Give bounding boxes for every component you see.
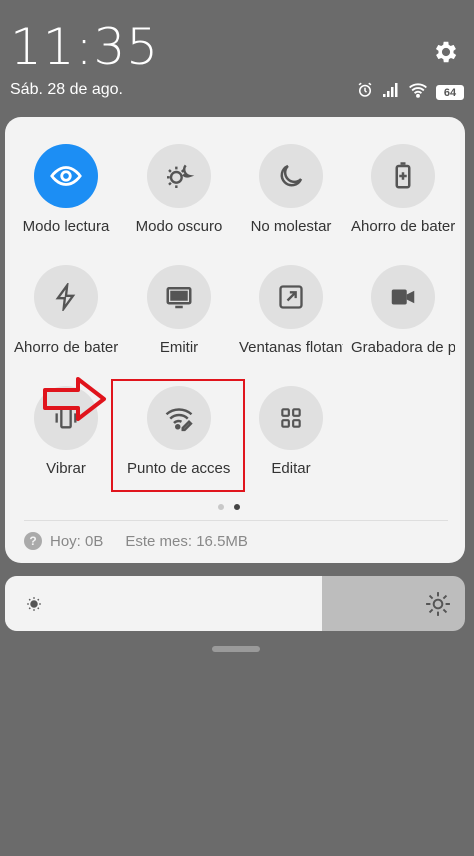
tile-label: Modo lectura — [22, 218, 110, 235]
video-camera-icon — [371, 265, 435, 329]
brightness-slider[interactable] — [5, 576, 465, 631]
dark-mode-icon — [147, 144, 211, 208]
tile-floating-windows[interactable]: Ventanas flotantes — [234, 265, 348, 356]
page-dot[interactable] — [218, 504, 224, 510]
cast-screen-icon — [147, 265, 211, 329]
tile-label: Modo oscuro — [135, 218, 223, 235]
floating-window-icon — [259, 265, 323, 329]
brightness-low-icon — [25, 595, 43, 618]
page-indicator[interactable] — [218, 504, 240, 510]
tile-dark-mode[interactable]: Modo oscuro — [122, 144, 236, 235]
tile-edit[interactable]: Editar — [234, 386, 348, 477]
highlight-box — [111, 379, 245, 492]
divider — [24, 520, 448, 521]
data-usage[interactable]: ? Hoy: 0B Este mes: 16.5MB — [24, 532, 248, 550]
clock: 11:35 — [10, 18, 160, 76]
tile-label: Vibrar — [46, 460, 86, 477]
tile-label: Ahorro de batería — [14, 339, 118, 356]
brightness-fill — [5, 576, 323, 631]
alarm-icon — [356, 81, 374, 104]
battery-saver-icon — [371, 144, 435, 208]
signal-icon — [382, 82, 400, 103]
wifi-icon — [408, 82, 428, 103]
drag-handle[interactable] — [212, 646, 260, 652]
tile-label: Ahorro de batería — [351, 218, 455, 235]
tile-do-not-disturb[interactable]: No molestar — [234, 144, 348, 235]
battery-indicator: 64 — [436, 85, 464, 100]
tile-label: No molestar — [250, 218, 332, 235]
data-usage-month: Este mes: 16.5MB — [125, 532, 248, 550]
status-icons: 64 — [356, 81, 464, 104]
tile-label: Grabadora de pantalla — [351, 339, 455, 356]
page-dot-active[interactable] — [234, 504, 240, 510]
grid-icon — [259, 386, 323, 450]
tile-battery-saver[interactable]: Ahorro de batería — [346, 144, 460, 235]
tile-label: Ventanas flotantes — [239, 339, 343, 356]
lightning-icon — [34, 265, 98, 329]
data-usage-today: Hoy: 0B — [50, 532, 104, 550]
tile-cast[interactable]: Emitir — [122, 265, 236, 356]
moon-icon — [259, 144, 323, 208]
help-icon: ? — [24, 532, 42, 550]
tile-label: Editar — [271, 460, 311, 477]
tile-power-saver[interactable]: Ahorro de batería — [9, 265, 123, 356]
tile-screen-recorder[interactable]: Grabadora de pantalla — [346, 265, 460, 356]
tile-label: Emitir — [159, 339, 199, 356]
quick-settings-panel: Modo lectura Modo oscuro No molestar Aho… — [5, 117, 465, 563]
tile-reading-mode[interactable]: Modo lectura — [9, 144, 123, 235]
arrow-right-icon — [42, 376, 108, 427]
brightness-high-icon — [425, 591, 451, 622]
eye-icon — [34, 144, 98, 208]
date: Sáb. 28 de ago. — [10, 81, 123, 98]
settings-gear-icon[interactable] — [432, 38, 460, 66]
